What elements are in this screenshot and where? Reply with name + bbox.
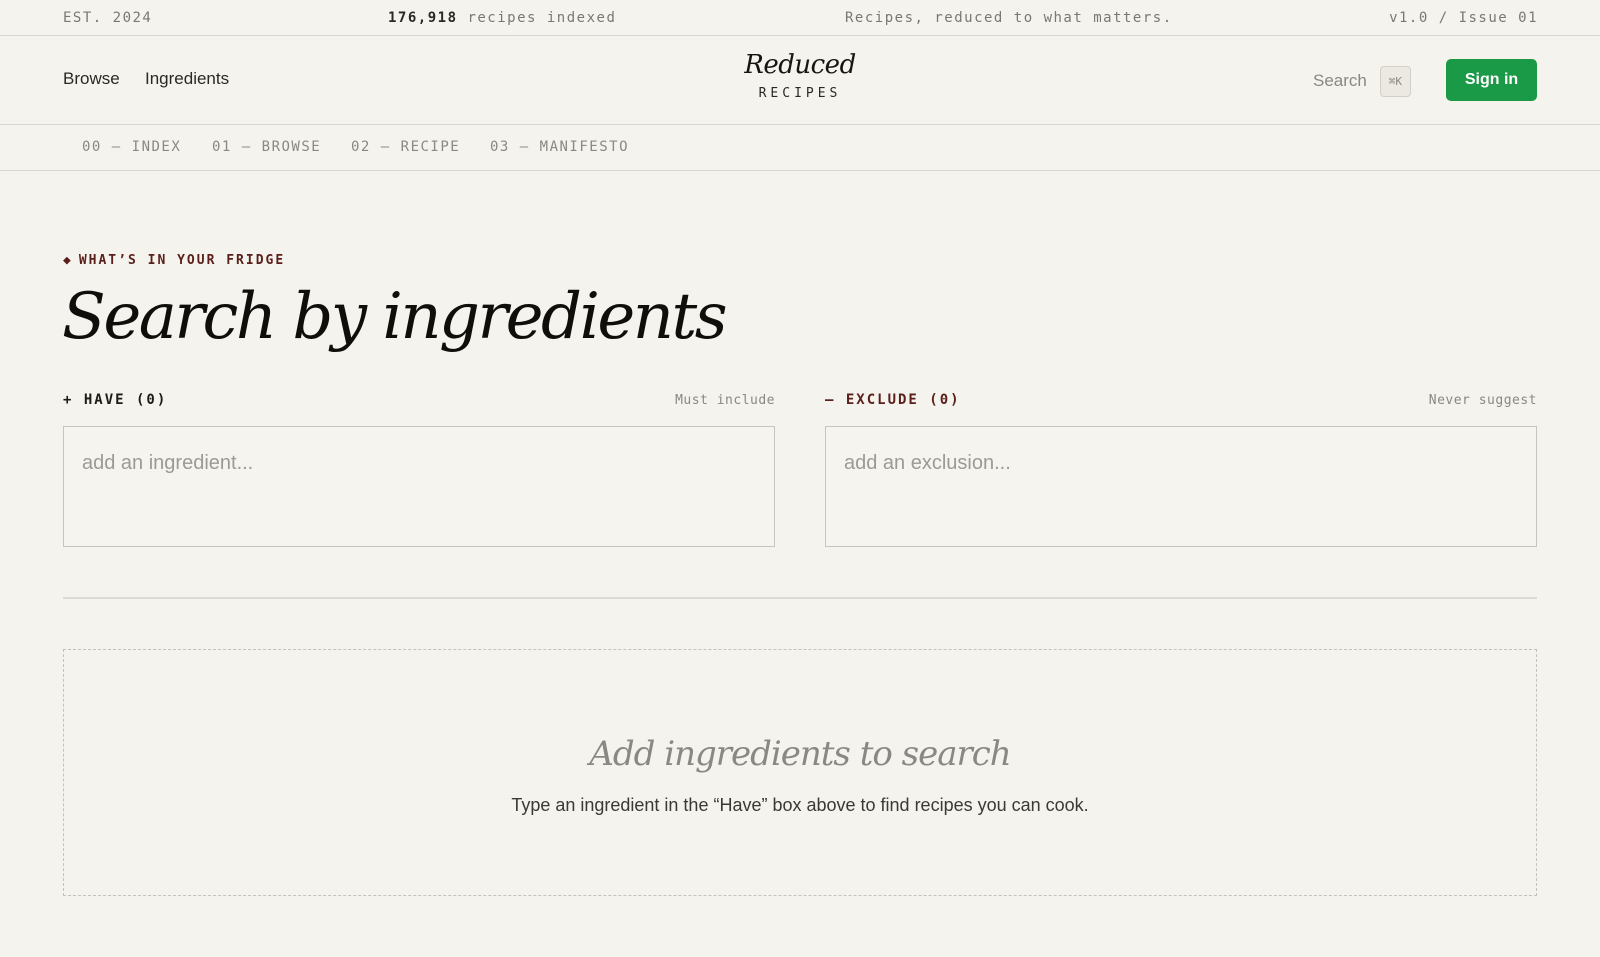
have-ingredient-input[interactable] [64, 427, 774, 500]
have-label: + HAVE (0) [63, 392, 168, 408]
recipe-count: 176,918 recipes indexed [388, 10, 616, 26]
eyebrow-label: WHAT’S IN YOUR FRIDGE [78, 253, 286, 268]
section-tab-browse[interactable]: 01 — BROWSE [212, 139, 321, 155]
have-input-box[interactable] [63, 426, 775, 547]
tagline: Recipes, reduced to what matters. [845, 10, 1173, 26]
nav-ingredients-link[interactable]: Ingredients [145, 69, 229, 89]
keyboard-shortcut-badge: ⌘K [1379, 65, 1411, 97]
search-label: Search [1313, 71, 1367, 90]
established-label: EST. 2024 [63, 10, 153, 26]
top-info-bar: EST. 2024 176,918 recipes indexed Recipe… [0, 0, 1600, 36]
exclude-label: — EXCLUDE (0) [825, 392, 961, 408]
sign-in-button[interactable]: Sign in [1446, 59, 1537, 101]
recipe-count-suffix: recipes indexed [457, 10, 617, 26]
section-nav: 00 — INDEX 01 — BROWSE 02 — RECIPE 03 — … [0, 125, 1600, 171]
empty-state-text: Type an ingredient in the “Have” box abo… [511, 795, 1089, 815]
section-tab-manifesto[interactable]: 03 — MANIFESTO [490, 139, 629, 155]
logo-title: Reduced [744, 50, 856, 80]
have-hint: Must include [675, 393, 775, 408]
site-logo[interactable]: Reduced RECIPES [700, 50, 900, 101]
search-button[interactable]: Search ⌘K [1313, 64, 1411, 98]
empty-results-panel: Add ingredients to search Type an ingred… [63, 649, 1537, 896]
section-tab-index[interactable]: 00 — INDEX [82, 139, 181, 155]
nav-browse-link[interactable]: Browse [63, 69, 120, 89]
section-divider [63, 597, 1537, 599]
page-title: Search by ingredients [62, 280, 728, 354]
empty-state-title: Add ingredients to search [589, 734, 1011, 774]
exclude-input-box[interactable] [825, 426, 1537, 547]
logo-subtitle: RECIPES [758, 86, 842, 101]
version-label: v1.0 / Issue 01 [1389, 10, 1538, 26]
site-header: Browse Ingredients Reduced RECIPES Searc… [0, 36, 1600, 125]
diamond-icon: ◆ [63, 253, 73, 268]
section-tab-recipe[interactable]: 02 — RECIPE [351, 139, 460, 155]
exclude-ingredient-input[interactable] [826, 427, 1536, 500]
section-eyebrow: ◆ WHAT’S IN YOUR FRIDGE [63, 253, 285, 268]
exclude-hint: Never suggest [1428, 393, 1537, 408]
recipe-count-value: 176,918 [388, 10, 458, 26]
